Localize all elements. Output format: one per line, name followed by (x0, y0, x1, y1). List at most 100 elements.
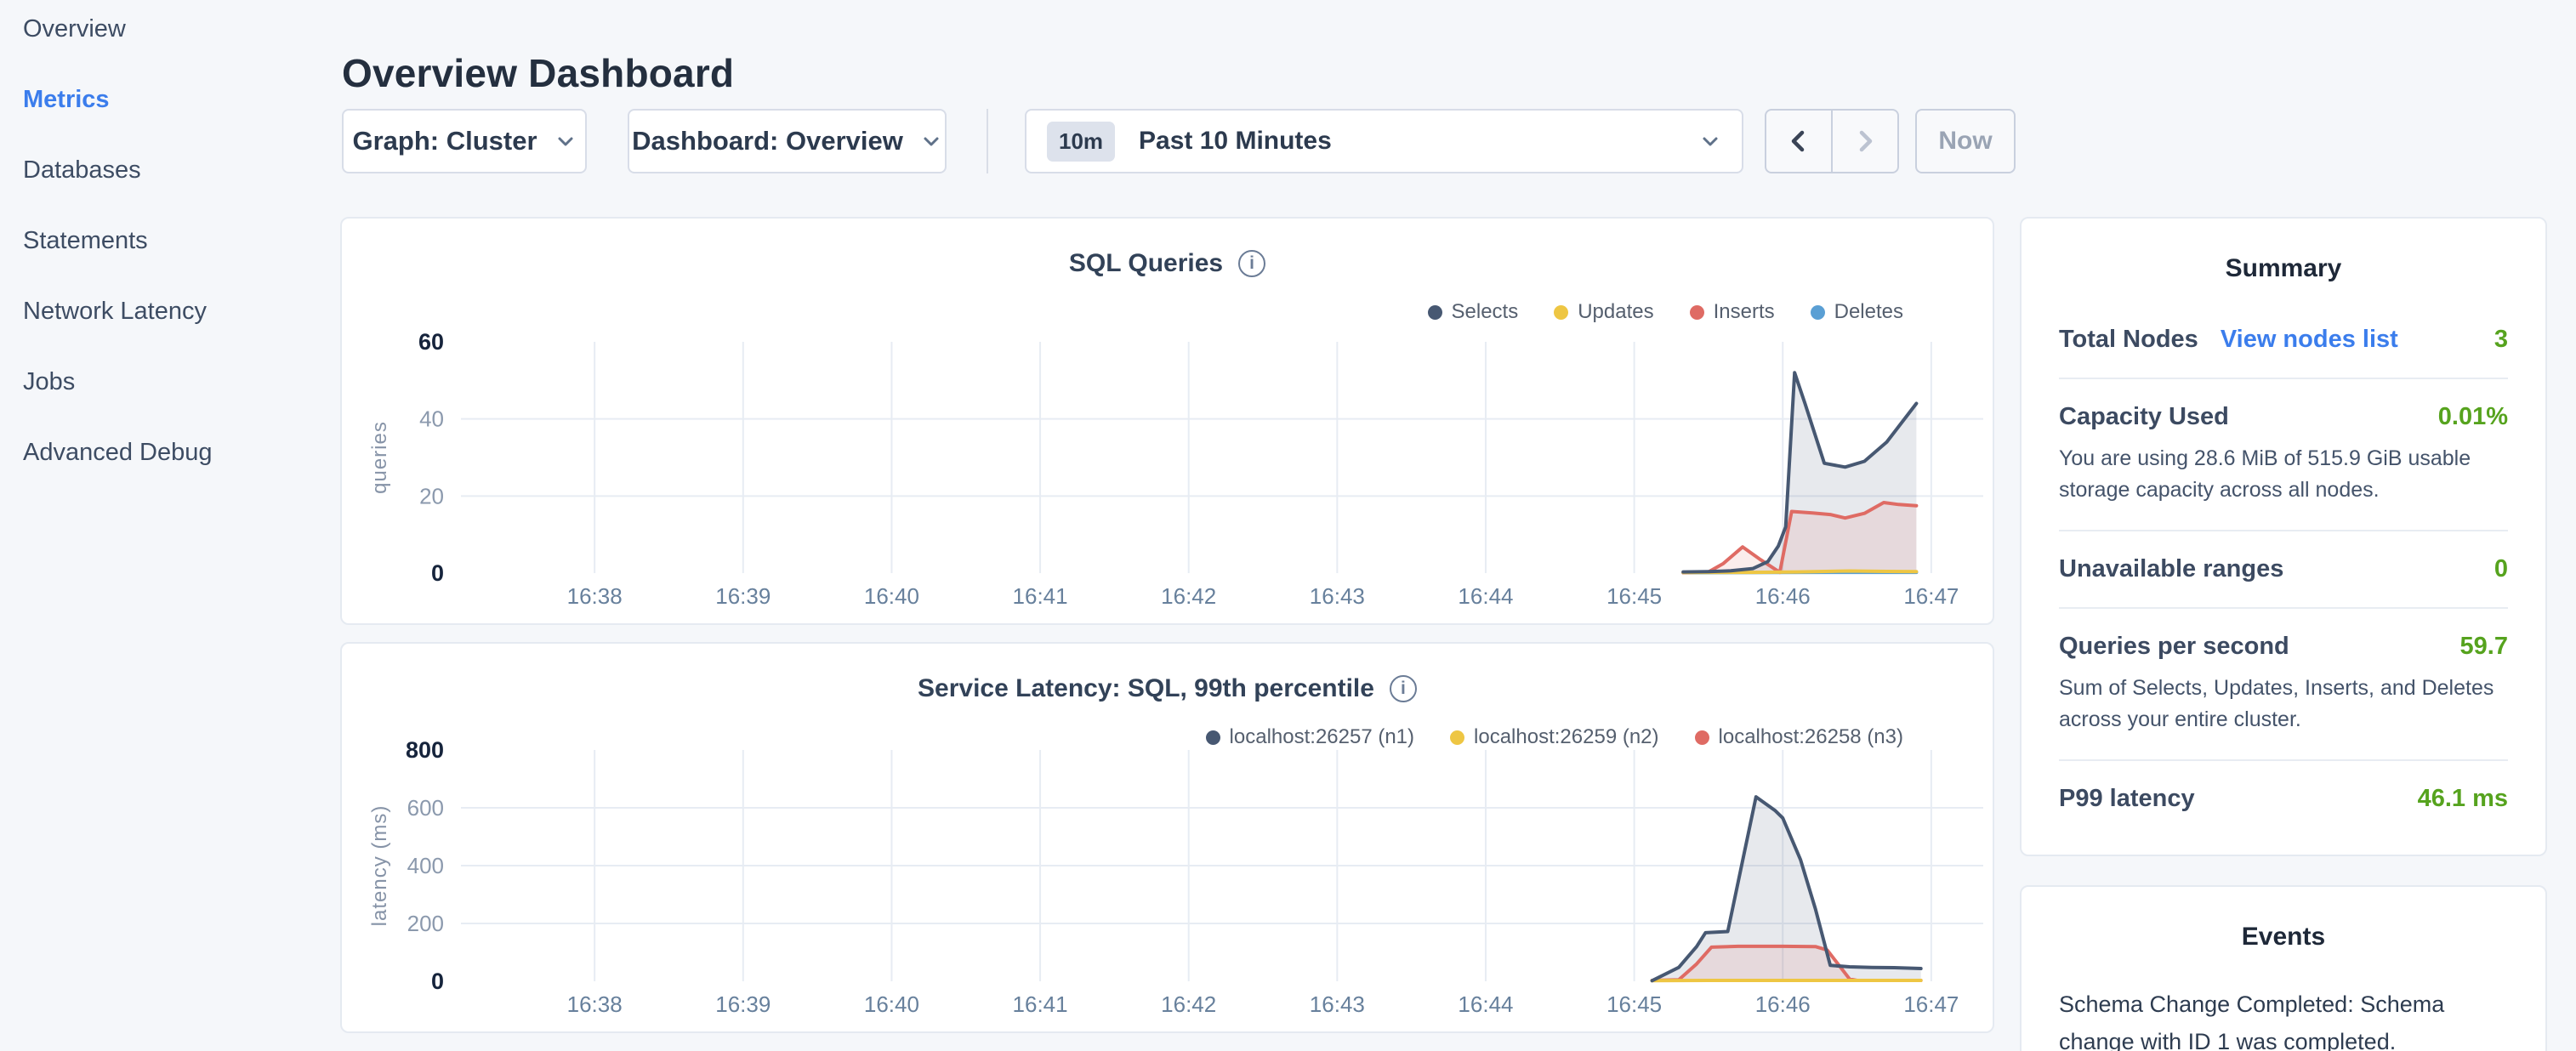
svg-text:16:39: 16:39 (715, 583, 771, 609)
svg-text:16:45: 16:45 (1606, 583, 1662, 609)
svg-text:600: 600 (407, 795, 444, 821)
svg-text:16:44: 16:44 (1458, 583, 1513, 609)
summary-row-head: Queries per second59.7 (2059, 633, 2508, 661)
legend-item[interactable]: Selects (1428, 300, 1519, 324)
controls-divider (987, 109, 988, 173)
sidebar-item-overview[interactable]: Overview (23, 15, 340, 43)
summary-value: 0.01% (2438, 403, 2508, 431)
app-root: Overview Metrics Databases Statements Networ… (0, 0, 2576, 1051)
time-back-button[interactable] (1766, 111, 1831, 172)
legend-item[interactable]: Updates (1554, 300, 1653, 324)
summary-description: Sum of Selects, Updates, Inserts, and De… (2059, 673, 2508, 736)
legend-label: Inserts (1714, 300, 1775, 324)
summary-row: Total Nodes View nodes list 3 (2059, 326, 2508, 354)
svg-text:16:45: 16:45 (1606, 991, 1662, 1017)
info-icon[interactable]: i (1390, 675, 1417, 702)
legend-item[interactable]: Inserts (1690, 300, 1775, 324)
summary-label: Unavailable ranges (2059, 555, 2283, 583)
view-nodes-link[interactable]: View nodes list (2221, 326, 2398, 354)
svg-text:16:42: 16:42 (1161, 583, 1216, 609)
time-range-dropdown[interactable]: 10m Past 10 Minutes (1025, 109, 1743, 173)
sidebar-item-databases[interactable]: Databases (23, 156, 340, 185)
svg-text:16:41: 16:41 (1013, 991, 1068, 1017)
sidebar-item-metrics[interactable]: Metrics (23, 86, 340, 114)
summary-divider (2059, 607, 2508, 609)
svg-text:16:38: 16:38 (567, 583, 623, 609)
sidebar-item-network-latency[interactable]: Network Latency (23, 298, 340, 326)
summary-row-head: P99 latency 46.1 ms (2059, 785, 2508, 813)
events-list: Schema Change Completed: Schema change w… (2059, 986, 2508, 1051)
chevron-down-icon (920, 130, 942, 152)
legend-dot (1690, 305, 1704, 320)
graph-dropdown[interactable]: Graph: Cluster (342, 109, 587, 173)
now-button[interactable]: Now (1915, 109, 2016, 173)
legend-label: Updates (1578, 300, 1653, 324)
svg-text:16:46: 16:46 (1755, 583, 1811, 609)
svg-text:latency (ms): latency (ms) (368, 805, 391, 927)
summary-row: Capacity Used0.01%You are using 28.6 MiB… (2059, 403, 2508, 506)
svg-text:queries: queries (368, 421, 391, 494)
time-pager (1765, 109, 1899, 173)
summary-panel: Summary Total NodesView nodes list3Capac… (2020, 217, 2547, 856)
chevron-right-icon (1851, 127, 1879, 156)
summary-value: 46.1 ms (2418, 785, 2508, 813)
event-text: Schema Change Completed: Schema change w… (2059, 986, 2508, 1051)
legend-dot (1811, 305, 1825, 320)
dashboard-dropdown-label: Dashboard: Overview (632, 126, 903, 156)
chart-title-row: SQL Queries i (342, 219, 1993, 278)
info-icon[interactable]: i (1238, 250, 1265, 277)
summary-row: P99 latency 46.1 ms (2059, 785, 2508, 813)
sidebar-item-statements[interactable]: Statements (23, 227, 340, 255)
sidebar-nav: Overview Metrics Databases Statements Networ… (0, 0, 340, 1051)
time-range-label: Past 10 Minutes (1139, 127, 1682, 156)
summary-row-head: Total Nodes View nodes list 3 (2059, 326, 2508, 354)
summary-rows: Total Nodes View nodes list 3 Capacity Used… (2059, 326, 2508, 813)
summary-row: Queries per second59.7 Sum of Selects, Up… (2059, 633, 2508, 736)
event-item[interactable]: Schema Change Completed: Schema change w… (2059, 986, 2508, 1051)
sidebar-item-advanced-debug[interactable]: Advanced Debug (23, 439, 340, 467)
svg-text:0: 0 (431, 560, 444, 586)
chevron-down-icon (1699, 130, 1721, 152)
legend-dot (1554, 305, 1568, 320)
summary-value: 3 (2494, 326, 2508, 354)
sql-queries-card: SQL Queries i Selects Updates Inserts Delet… (340, 217, 1994, 625)
latency-chart[interactable]: 16:3816:3916:4016:4116:4216:4316:4416:45… (342, 737, 1996, 1026)
summary-label: Total Nodes (2059, 326, 2198, 354)
chart-title: SQL Queries (1069, 249, 1223, 278)
summary-label: Queries per second (2059, 633, 2289, 661)
dashboard-dropdown[interactable]: Dashboard: Overview (628, 109, 947, 173)
legend-item[interactable]: Deletes (1811, 300, 1903, 324)
graph-dropdown-label: Graph: Cluster (352, 126, 537, 156)
main-area: Overview Dashboard Graph: Cluster Dashbo… (340, 0, 2576, 1051)
svg-text:20: 20 (419, 483, 444, 508)
svg-text:16:43: 16:43 (1310, 991, 1365, 1017)
legend-dot (1428, 305, 1442, 320)
chevron-down-icon (554, 130, 577, 152)
svg-text:200: 200 (407, 911, 444, 936)
svg-text:16:43: 16:43 (1310, 583, 1365, 609)
svg-text:16:40: 16:40 (864, 583, 919, 609)
summary-value: 0 (2494, 555, 2508, 583)
time-forward-button[interactable] (1833, 111, 1897, 172)
svg-text:16:47: 16:47 (1903, 583, 1959, 609)
right-column: Summary Total NodesView nodes list3Capac… (2020, 217, 2547, 1051)
charts-column: SQL Queries i Selects Updates Inserts Delet… (340, 217, 1994, 1033)
svg-text:16:46: 16:46 (1755, 991, 1811, 1017)
summary-label: P99 latency (2059, 785, 2195, 813)
chart-title: Service Latency: SQL, 99th percentile (918, 674, 1374, 703)
svg-text:16:44: 16:44 (1458, 991, 1513, 1017)
summary-row-head: Unavailable ranges 0 (2059, 555, 2508, 583)
legend-label: Deletes (1834, 300, 1903, 324)
sql-queries-chart[interactable]: 16:38 16:39 16:40 16:41 16:42 16:43 16:44 16:45… (342, 329, 1996, 618)
sidebar-item-jobs[interactable]: Jobs (23, 368, 340, 396)
svg-text:400: 400 (407, 853, 444, 878)
events-panel: Events Schema Change Completed: Schema c… (2020, 885, 2547, 1051)
svg-text:16:41: 16:41 (1013, 583, 1068, 609)
svg-text:40: 40 (419, 406, 444, 432)
chart-title-row: Service Latency: SQL, 99th percentile i (342, 644, 1993, 703)
service-latency-card: Service Latency: SQL, 99th percentile i … (340, 642, 1994, 1033)
svg-text:16:47: 16:47 (1903, 991, 1959, 1017)
svg-text:16:38: 16:38 (567, 991, 623, 1017)
summary-divider (2059, 530, 2508, 531)
events-title: Events (2059, 887, 2508, 952)
